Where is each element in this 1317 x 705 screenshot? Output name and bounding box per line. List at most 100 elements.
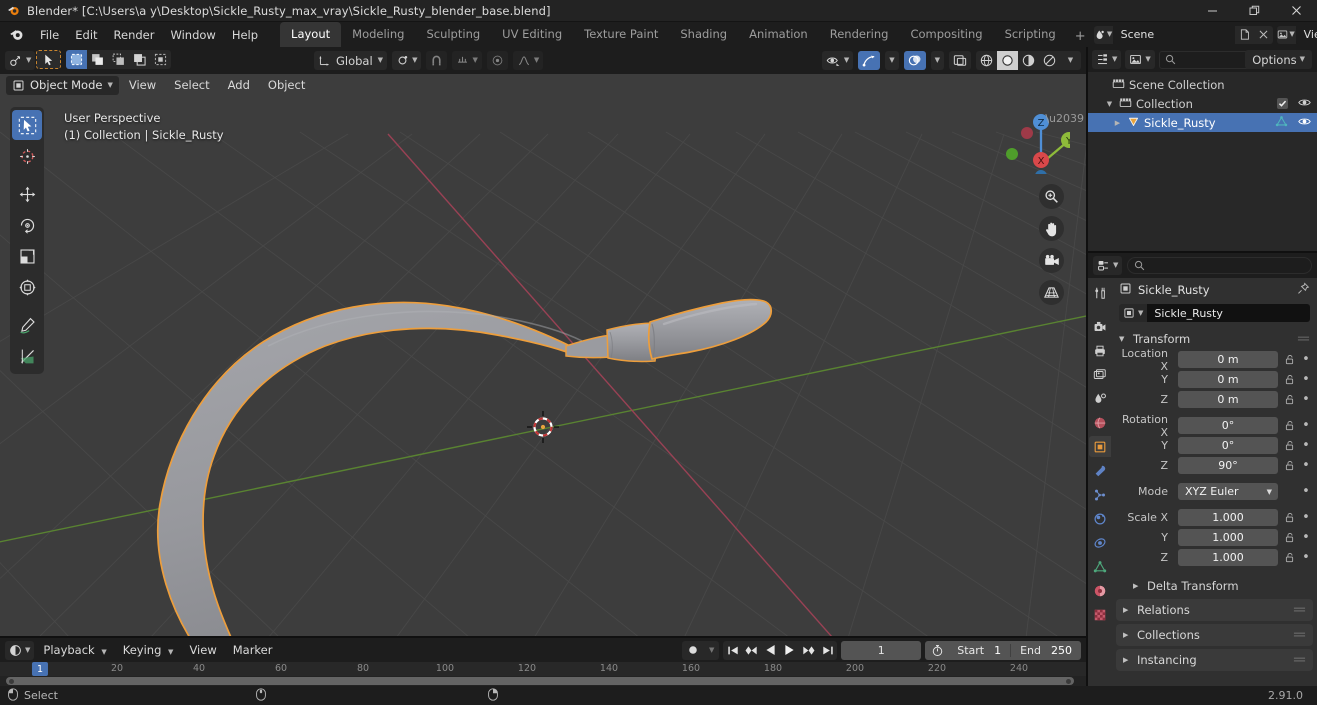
collection-visibility-eye-icon[interactable] — [1298, 97, 1311, 111]
proportional-falloff-dropdown[interactable]: ▼ — [512, 51, 544, 70]
scene-tab[interactable] — [1089, 388, 1111, 409]
view-layer-selector[interactable]: ▼ View Layer — [1276, 25, 1317, 44]
rotation-x-lock-icon[interactable] — [1282, 420, 1296, 431]
scale-z-lock-icon[interactable] — [1282, 552, 1296, 563]
outliner-display-mode-dropdown[interactable]: ▼ — [1125, 50, 1155, 69]
viewport-menu-view[interactable]: View — [121, 75, 164, 95]
shading-rendered-button[interactable] — [1039, 51, 1060, 70]
world-tab[interactable] — [1089, 412, 1111, 433]
rotation-x-animate-dot[interactable]: • — [1300, 419, 1312, 432]
horizontal-editor-separator[interactable] — [1088, 251, 1317, 253]
viewport-3d[interactable]: User Perspective (1) Collection | Sickle… — [0, 74, 1086, 638]
rotation-z-value[interactable]: 90° — [1178, 457, 1278, 474]
add-workspace-button[interactable]: + — [1067, 26, 1094, 47]
timeline-menu-view[interactable]: View — [182, 640, 223, 660]
location-z-lock-icon[interactable] — [1282, 394, 1296, 405]
instancing-panel-header[interactable]: ▶ Instancing — [1116, 649, 1313, 671]
scene-browse-icon[interactable]: ▼ — [1093, 25, 1113, 44]
auto-keying-toggle[interactable] — [682, 644, 704, 656]
viewport-sidebar-toggle-icon[interactable]: \u2039 — [1045, 112, 1084, 125]
scale-x-lock-icon[interactable] — [1282, 512, 1296, 523]
shading-options-dropdown[interactable]: ▼ — [1060, 51, 1081, 70]
viewport-options-dropdown[interactable]: Options ▼ — [1245, 50, 1312, 69]
snap-magnet-toggle[interactable] — [426, 51, 448, 70]
constraints-tab[interactable] — [1089, 532, 1111, 553]
blender-logo-icon[interactable] — [9, 27, 24, 42]
physics-tab[interactable] — [1089, 508, 1111, 529]
material-tab[interactable] — [1089, 580, 1111, 601]
remove-scene-icon[interactable] — [1253, 25, 1273, 44]
output-tab[interactable] — [1089, 340, 1111, 361]
select-extend-button[interactable] — [87, 50, 108, 69]
playhead[interactable]: 1 — [31, 662, 49, 676]
rotation-y-animate-dot[interactable]: • — [1300, 439, 1312, 452]
snap-to-dropdown[interactable]: ▼ — [452, 51, 482, 70]
overlays-toggle[interactable] — [903, 51, 926, 70]
location-z-value[interactable]: 0 m — [1178, 391, 1278, 408]
jump-to-prev-keyframe-button[interactable] — [742, 641, 761, 660]
texture-tab[interactable] — [1089, 604, 1111, 625]
measure-tool[interactable] — [12, 341, 42, 371]
workspace-tab-shading[interactable]: Shading — [669, 22, 738, 47]
jump-to-next-keyframe-button[interactable] — [799, 641, 818, 660]
timeline-menu-playback[interactable]: Playback ▼ — [36, 640, 113, 660]
viewport-menu-add[interactable]: Add — [220, 75, 258, 95]
scene-selector[interactable]: ▼ Scene — [1093, 25, 1273, 44]
location-y-lock-icon[interactable] — [1282, 374, 1296, 385]
object-visibility-eye-icon[interactable] — [1298, 116, 1311, 130]
timeline-scrollbar-thumb[interactable] — [6, 677, 1074, 685]
view-layer-browse-icon[interactable]: ▼ — [1276, 25, 1296, 44]
shading-solid-button[interactable] — [997, 51, 1018, 70]
auto-keying-dropdown[interactable]: ▼ — [704, 646, 719, 654]
scale-y-animate-dot[interactable]: • — [1300, 531, 1312, 544]
proportional-edit-toggle[interactable] — [486, 51, 508, 70]
timeline-editor-separator[interactable] — [0, 636, 1086, 638]
end-frame-value[interactable]: 250 — [1047, 644, 1081, 657]
collections-panel-header[interactable]: ▶ Collections — [1116, 624, 1313, 646]
object-name-field[interactable]: Sickle_Rusty — [1147, 304, 1310, 322]
annotate-tool[interactable] — [12, 310, 42, 340]
editor-type-button[interactable]: ▼ — [5, 51, 36, 70]
menu-file[interactable]: File — [32, 25, 67, 45]
render-tab[interactable] — [1089, 316, 1111, 337]
overlays-dropdown[interactable]: ▼ — [930, 51, 944, 70]
collection-checkbox[interactable] — [1277, 98, 1288, 109]
tool-tab[interactable] — [1089, 282, 1111, 303]
rotation-z-animate-dot[interactable]: • — [1300, 459, 1312, 472]
scale-tool[interactable] — [12, 241, 42, 271]
rotation-mode-dropdown[interactable]: XYZ Euler ▼ — [1178, 483, 1278, 500]
menu-help[interactable]: Help — [224, 25, 266, 45]
scale-y-lock-icon[interactable] — [1282, 532, 1296, 543]
gizmo-dropdown[interactable]: ▼ — [885, 51, 899, 70]
scale-y-value[interactable]: 1.000 — [1178, 529, 1278, 546]
timeline-scrollbar[interactable] — [0, 676, 1086, 686]
viewport-menu-object[interactable]: Object — [260, 75, 313, 95]
location-x-animate-dot[interactable]: • — [1300, 353, 1312, 366]
new-scene-icon[interactable] — [1234, 25, 1254, 44]
particles-tab[interactable] — [1089, 484, 1111, 505]
rotation-y-value[interactable]: 0° — [1178, 437, 1278, 454]
scale-x-value[interactable]: 1.000 — [1178, 509, 1278, 526]
zoom-icon[interactable] — [1039, 184, 1064, 209]
pin-icon[interactable] — [1297, 282, 1310, 298]
location-x-lock-icon[interactable] — [1282, 354, 1296, 365]
timeline-editor-type-button[interactable]: ▼ — [5, 640, 35, 660]
location-z-animate-dot[interactable]: • — [1300, 393, 1312, 406]
workspace-tab-layout[interactable]: Layout — [280, 22, 342, 47]
select-intersect-button[interactable] — [150, 50, 171, 69]
view-layer-name-field[interactable]: View Layer — [1295, 25, 1317, 44]
object-tab[interactable] — [1089, 436, 1111, 457]
data-tab[interactable] — [1089, 556, 1111, 577]
timeline-scroll-right-knob[interactable] — [1066, 679, 1071, 684]
menu-render[interactable]: Render — [106, 25, 163, 45]
scale-x-animate-dot[interactable]: • — [1300, 511, 1312, 524]
workspace-tab-rendering[interactable]: Rendering — [819, 22, 900, 47]
outliner-editor-type-button[interactable]: ▼ — [1092, 50, 1122, 69]
disclosure-triangle-object[interactable]: ▶ — [1112, 119, 1123, 127]
outliner-tree[interactable]: Scene Collection ▼ Collection ▶ Sickle_R… — [1088, 72, 1317, 251]
workspace-tab-texture-paint[interactable]: Texture Paint — [573, 22, 669, 47]
scale-z-animate-dot[interactable]: • — [1300, 551, 1312, 564]
active-tool-button[interactable] — [36, 50, 61, 69]
interaction-mode-dropdown[interactable]: Object Mode ▼ — [6, 75, 119, 95]
rotation-z-lock-icon[interactable] — [1282, 460, 1296, 471]
